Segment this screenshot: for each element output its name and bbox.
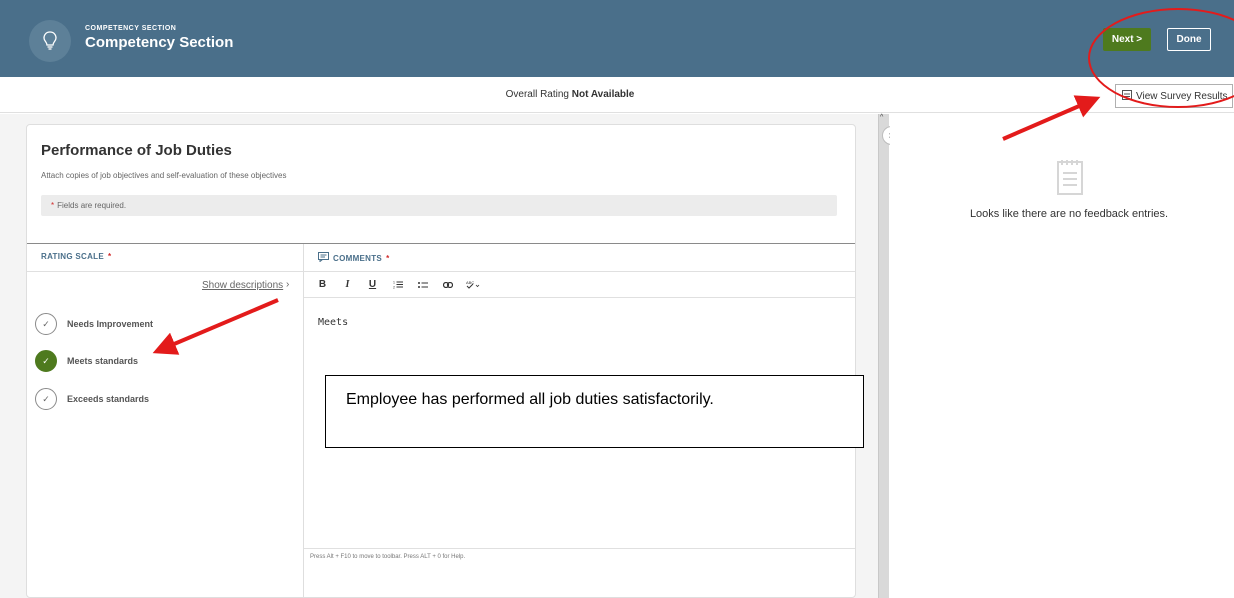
- required-note-text: Fields are required.: [57, 201, 127, 210]
- comments-header-label: COMMENTS: [333, 253, 383, 263]
- rating-option-label: Exceeds standards: [67, 394, 150, 404]
- rating-option-label: Needs Improvement: [67, 319, 154, 329]
- annotation-callout-text: Employee has performed all job duties sa…: [346, 391, 714, 408]
- scrollbar[interactable]: [878, 114, 889, 598]
- notepad-icon: [1054, 158, 1086, 201]
- required-asterisk: *: [108, 252, 112, 261]
- rating-scale-header: RATING SCALE *: [41, 252, 111, 261]
- rating-scale-header-label: RATING SCALE: [41, 252, 105, 261]
- ordered-list-icon[interactable]: 12: [385, 275, 410, 295]
- bulleted-list-icon[interactable]: [410, 275, 435, 295]
- underline-button[interactable]: U: [360, 275, 385, 295]
- svg-text:1: 1: [393, 281, 395, 285]
- annotation-callout-box: [325, 375, 864, 448]
- overall-rating: Overall Rating Not Available: [0, 89, 1140, 100]
- view-survey-results-button[interactable]: View Survey Results: [1115, 84, 1233, 108]
- done-button[interactable]: Done: [1167, 28, 1211, 51]
- rating-option-label: Meets standards: [67, 356, 139, 366]
- section-divider: [27, 243, 855, 244]
- comments-header: COMMENTS *: [318, 252, 390, 264]
- italic-button[interactable]: I: [335, 275, 360, 295]
- no-feedback-message: Looks like there are no feedback entries…: [969, 208, 1169, 220]
- link-icon[interactable]: [435, 275, 460, 295]
- editor-help-hint: Press Alt + F10 to move to toolbar. Pres…: [310, 554, 466, 560]
- survey-icon: [1122, 89, 1132, 103]
- required-note: * Fields are required.: [41, 195, 837, 216]
- scroll-up-icon[interactable]: ^: [880, 114, 883, 121]
- required-asterisk: *: [51, 201, 55, 210]
- overall-rating-value: Not Available: [571, 89, 635, 100]
- rating-option-meets-standards[interactable]: ✓ Meets standards: [35, 350, 138, 372]
- check-icon[interactable]: ✓: [35, 350, 57, 372]
- section-title: Performance of Job Duties: [41, 142, 232, 159]
- show-descriptions-link[interactable]: Show descriptions: [202, 280, 283, 291]
- rating-option-needs-improvement[interactable]: ✓ Needs Improvement: [35, 313, 153, 335]
- rating-option-exceeds-standards[interactable]: ✓ Exceeds standards: [35, 388, 149, 410]
- page-title: Competency Section: [85, 34, 234, 51]
- overall-rating-label: Overall Rating: [505, 89, 569, 100]
- editor-footer-divider: [304, 548, 855, 549]
- bold-button[interactable]: B: [310, 275, 335, 295]
- svg-text:2: 2: [393, 286, 395, 290]
- page-header: COMPETENCY SECTION Competency Section Ne…: [0, 0, 1234, 77]
- view-survey-results-label: View Survey Results: [1136, 90, 1228, 102]
- header-subtitle: COMPETENCY SECTION: [85, 25, 177, 32]
- editor-toolbar: B I U 12 ABC: [304, 272, 855, 298]
- lightbulb-icon: [29, 20, 71, 62]
- spellcheck-icon[interactable]: ABC: [460, 275, 485, 295]
- chevron-right-icon[interactable]: ›: [286, 279, 289, 290]
- next-button[interactable]: Next >: [1103, 28, 1151, 51]
- section-description: Attach copies of job objectives and self…: [41, 171, 287, 180]
- comment-icon: [318, 252, 329, 264]
- check-icon[interactable]: ✓: [35, 313, 57, 335]
- comments-editor-text[interactable]: Meets: [318, 317, 348, 328]
- check-icon[interactable]: ✓: [35, 388, 57, 410]
- required-asterisk: *: [386, 253, 390, 263]
